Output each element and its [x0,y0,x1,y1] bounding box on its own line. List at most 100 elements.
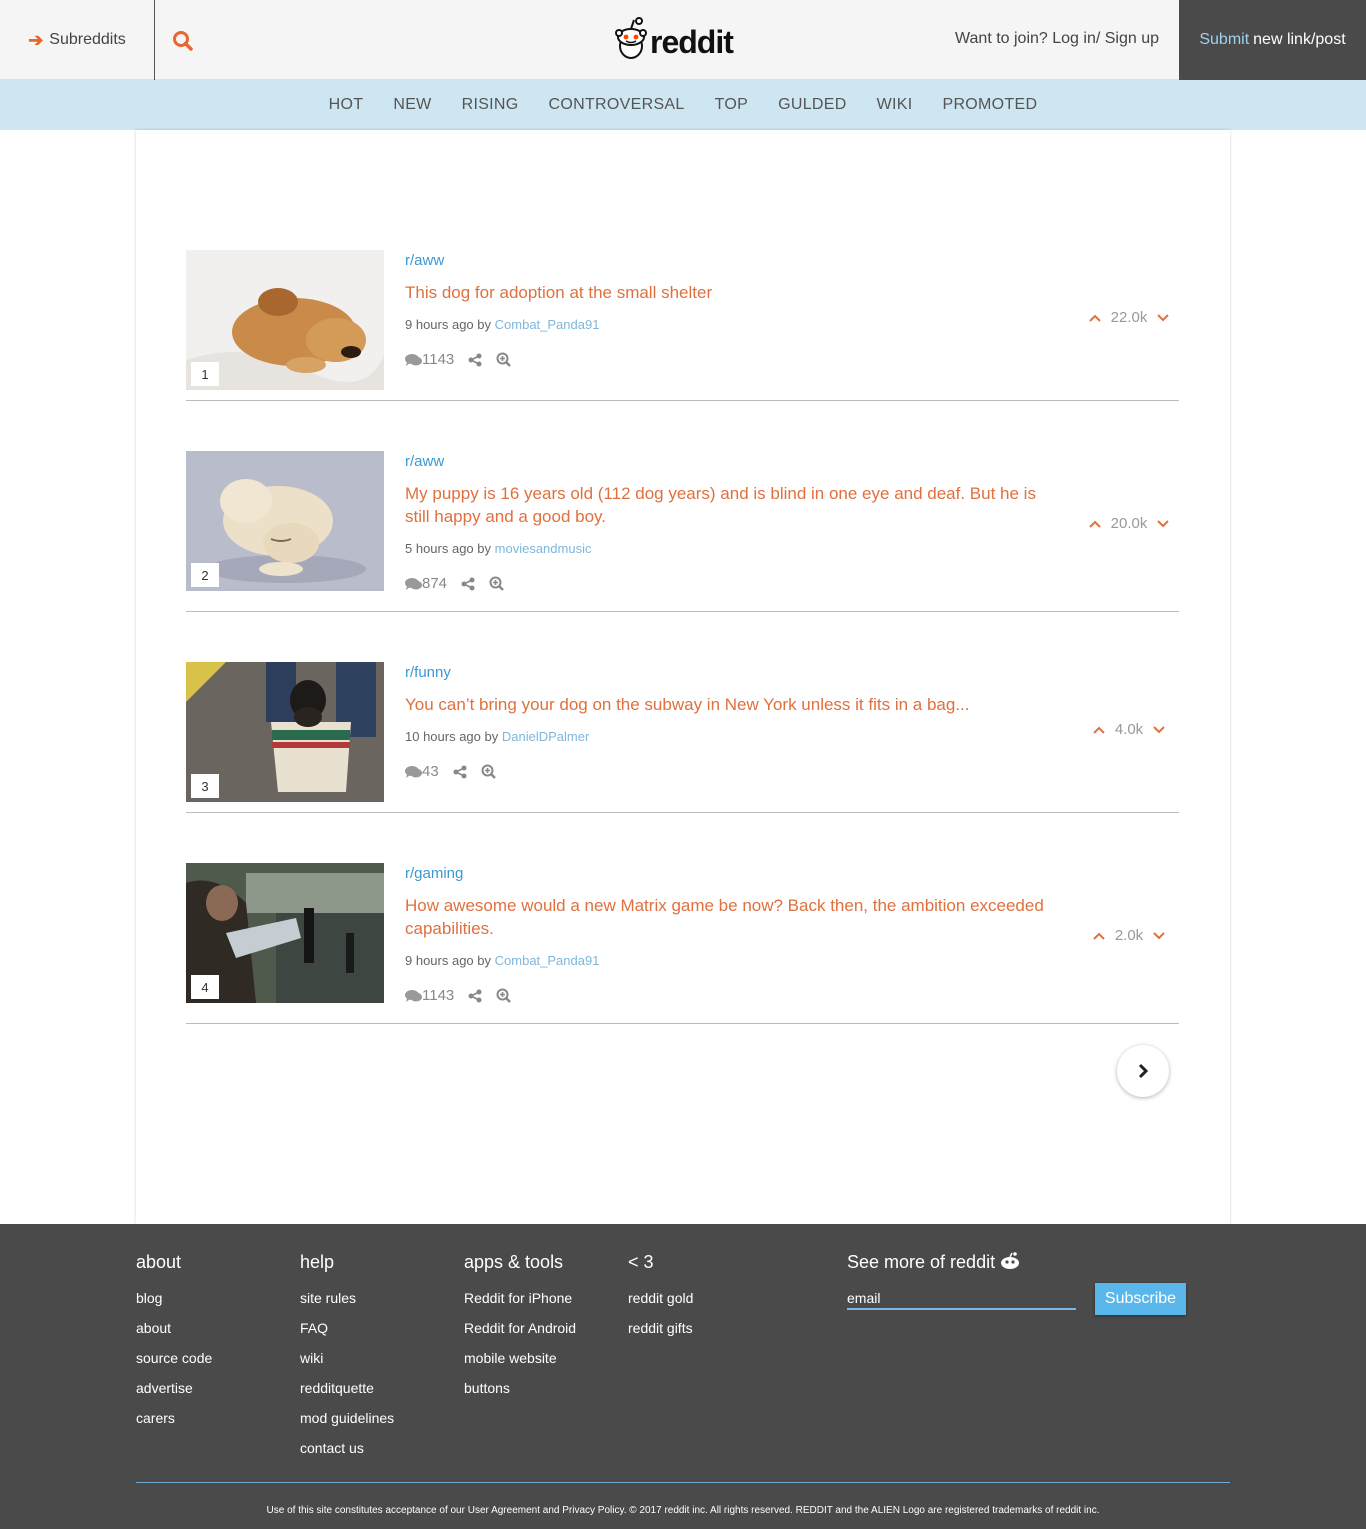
upvote-icon[interactable] [1088,314,1101,322]
legal-text: Use of this site constitutes acceptance … [266,1505,1100,1516]
post-thumbnail[interactable]: 4 [186,863,384,1003]
next-page-button[interactable] [1117,1045,1169,1097]
downvote-icon[interactable] [1157,313,1170,322]
footer-link-contact-us[interactable]: contact us [300,1433,394,1463]
post-meta: 10 hours ago by DanielDPalmer [405,729,589,744]
post-meta: 9 hours ago by Combat_Panda91 [405,317,599,332]
footer-link-wiki[interactable]: wiki [300,1343,394,1373]
tab-hot[interactable]: HOT [329,96,364,114]
post-thumbnail[interactable]: 1 [186,250,384,390]
footer-link-advertise[interactable]: advertise [136,1373,212,1403]
footer-divider [136,1482,1230,1483]
post-item: 3 r/funny You can’t bring your dog on th… [186,662,1179,813]
comments-button[interactable]: 1143 [405,987,454,1004]
share-icon[interactable] [468,353,482,367]
upvote-icon[interactable] [1093,932,1105,940]
upvote-icon[interactable] [1093,726,1105,734]
post-title[interactable]: My puppy is 16 years old (112 dog years)… [405,482,1065,528]
comments-icon [405,577,422,590]
comments-button[interactable]: 874 [405,575,447,592]
tab-new[interactable]: NEW [393,96,431,114]
post-actions: 874 [405,575,504,592]
footer-link-redditquette[interactable]: redditquette [300,1373,394,1403]
arrow-right-icon: ➔ [28,29,44,50]
score: 22.0k [1110,309,1148,326]
footer-link-buttons[interactable]: buttons [464,1373,576,1403]
zoom-in-icon[interactable] [489,576,504,591]
footer-link-faq[interactable]: FAQ [300,1313,394,1343]
vote-controls: 20.0k [1079,515,1179,532]
top-header: ➔ Subreddits reddit Want to join? Log in… [0,0,1366,80]
footer-link-about[interactable]: about [136,1313,212,1343]
reddit-logo[interactable]: reddit [614,12,734,62]
post-thumbnail[interactable]: 2 [186,451,384,591]
post-time: 9 hours ago by [405,317,492,332]
subreddit-link[interactable]: r/funny [405,664,451,681]
footer: about blog about source code advertise c… [0,1224,1366,1529]
post-title[interactable]: How awesome would a new Matrix game be n… [405,894,1065,940]
vote-controls: 2.0k [1079,927,1179,944]
post-list: 1 r/aww This dog for adoption at the sma… [136,130,1230,1224]
rank-badge: 1 [191,362,219,386]
search-icon[interactable] [170,28,196,54]
subreddit-link[interactable]: r/aww [405,453,444,470]
author-link[interactable]: moviesandmusic [495,541,592,556]
tab-top[interactable]: TOP [715,96,749,114]
footer-link-iphone[interactable]: Reddit for iPhone [464,1283,576,1313]
footer-link-mobile-website[interactable]: mobile website [464,1343,576,1373]
footer-link-site-rules[interactable]: site rules [300,1283,394,1313]
footer-col-about: about blog about source code advertise c… [136,1252,212,1433]
footer-link-mod-guidelines[interactable]: mod guidelines [300,1403,394,1433]
downvote-icon[interactable] [1157,519,1170,528]
share-icon[interactable] [453,765,467,779]
comments-button[interactable]: 43 [405,763,439,780]
comment-count: 43 [422,763,439,780]
zoom-in-icon[interactable] [496,352,512,367]
tab-rising[interactable]: RISING [462,96,519,114]
alien-icon [615,17,647,59]
footer-col-apps: apps & tools Reddit for iPhone Reddit fo… [464,1252,576,1403]
comments-icon [405,765,422,778]
zoom-in-icon[interactable] [496,988,512,1003]
share-icon[interactable] [461,577,475,591]
share-icon[interactable] [468,989,482,1003]
post-meta: 5 hours ago by moviesandmusic [405,541,591,556]
author-link[interactable]: Combat_Panda91 [495,953,600,968]
see-more-heading: See more of reddit [847,1252,1020,1273]
comment-count: 874 [422,575,448,592]
footer-link-reddit-gifts[interactable]: reddit gifts [628,1313,693,1343]
footer-link-blog[interactable]: blog [136,1283,212,1313]
tab-gilded[interactable]: GULDED [778,96,846,114]
subreddits-button[interactable]: ➔ Subreddits [0,0,155,80]
submit-link-button[interactable]: Submit new link/post [1179,0,1366,80]
footer-link-source-code[interactable]: source code [136,1343,212,1373]
tab-controversial[interactable]: CONTROVERSAL [549,96,685,114]
tab-promoted[interactable]: PROMOTED [942,96,1037,114]
subreddit-link[interactable]: r/gaming [405,865,463,882]
tab-wiki[interactable]: WIKI [877,96,913,114]
post-thumbnail[interactable]: 3 [186,662,384,802]
footer-col-help: help site rules FAQ wiki redditquette mo… [300,1252,394,1463]
author-link[interactable]: DanielDPalmer [502,729,589,744]
score: 20.0k [1110,515,1148,532]
footer-link-careers[interactable]: carers [136,1403,212,1433]
footer-link-android[interactable]: Reddit for Android [464,1313,576,1343]
email-field[interactable] [847,1288,1076,1310]
downvote-icon[interactable] [1153,725,1165,734]
downvote-icon[interactable] [1153,931,1165,940]
score: 4.0k [1114,721,1144,738]
post-title[interactable]: This dog for adoption at the small shelt… [405,281,1065,304]
post-title[interactable]: You can’t bring your dog on the subway i… [405,693,1065,716]
post-item: 4 r/gaming How awesome would a new Matri… [186,863,1179,1024]
upvote-icon[interactable] [1088,520,1101,528]
zoom-in-icon[interactable] [481,764,496,779]
vote-controls: 22.0k [1079,309,1179,326]
subreddit-link[interactable]: r/aww [405,252,444,269]
login-signup-link[interactable]: Want to join? Log in/ Sign up [955,30,1159,48]
author-link[interactable]: Combat_Panda91 [495,317,600,332]
comments-icon [405,989,422,1002]
subscribe-button[interactable]: Subscribe [1095,1283,1186,1315]
comments-button[interactable]: 1143 [405,351,454,368]
footer-link-reddit-gold[interactable]: reddit gold [628,1283,693,1313]
comment-count: 1143 [422,987,455,1004]
